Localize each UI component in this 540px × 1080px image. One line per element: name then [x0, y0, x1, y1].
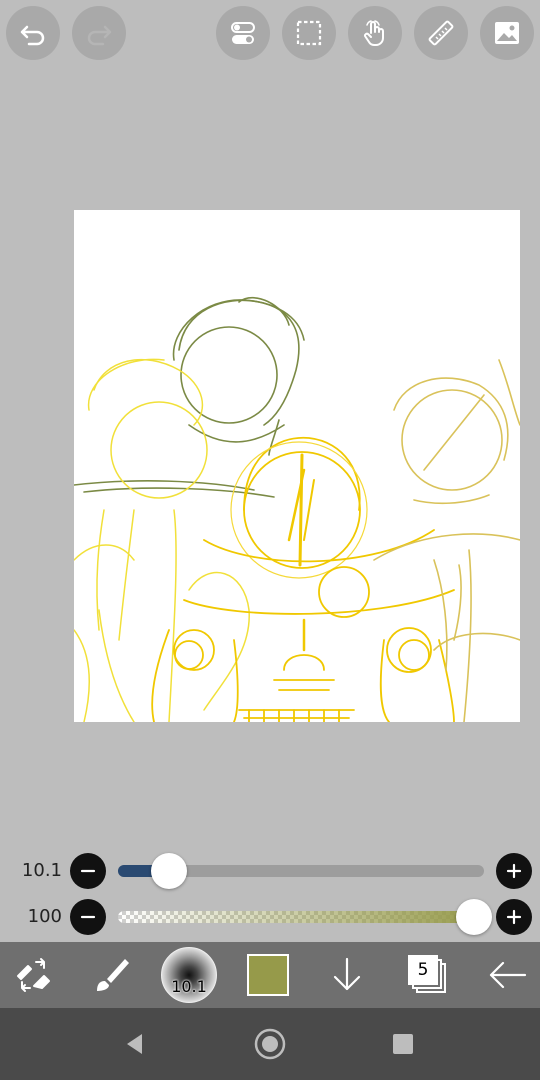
minus-icon — [80, 915, 96, 919]
brush-size-slider-row: 10.1 — [0, 851, 540, 891]
plus-icon — [506, 863, 522, 879]
undo-icon — [20, 25, 45, 46]
opacity-handle[interactable] — [456, 899, 492, 935]
image-button[interactable] — [480, 6, 534, 60]
opacity-value: 100 — [27, 906, 62, 927]
swap-pen-eraser-button[interactable] — [6, 942, 60, 1008]
brush-size-handle[interactable] — [151, 853, 188, 889]
toggle-icon — [231, 22, 255, 44]
opacity-increase-button[interactable] — [496, 899, 532, 935]
triangle-back-icon — [127, 1034, 142, 1054]
settings-toggle-button[interactable] — [216, 6, 270, 60]
layers-icon: 5 — [407, 954, 449, 996]
hand-icon — [364, 20, 384, 46]
brush-size-decrease-button[interactable] — [70, 853, 106, 889]
color-picker-button[interactable] — [240, 942, 296, 1008]
nav-back-button[interactable] — [95, 1008, 175, 1080]
pen-eraser-swap-icon — [17, 958, 50, 992]
dashed-square-icon — [296, 20, 322, 46]
arrow-down-icon — [333, 957, 361, 991]
hand-tool-button[interactable] — [348, 6, 402, 60]
brush-preview: 10.1 — [161, 947, 217, 1003]
system-navigation-bar — [0, 1008, 540, 1080]
square-recents-icon — [393, 1034, 413, 1054]
opacity-slider-row: 100 — [0, 897, 540, 937]
plus-icon — [506, 909, 522, 925]
image-icon — [495, 22, 519, 44]
brush-tool-button[interactable] — [84, 942, 138, 1008]
minus-icon — [80, 869, 96, 873]
selection-button[interactable] — [282, 6, 336, 60]
sketch-artwork — [74, 296, 520, 722]
redo-button[interactable] — [72, 6, 126, 60]
arrow-left-icon — [489, 961, 527, 989]
circle-home-icon — [254, 1028, 286, 1060]
nav-home-button[interactable] — [230, 1008, 310, 1080]
opacity-decrease-button[interactable] — [70, 899, 106, 935]
brush-icon — [97, 959, 129, 991]
layer-count: 5 — [417, 960, 429, 980]
drawing-canvas[interactable] — [74, 210, 520, 722]
redo-icon — [87, 25, 112, 46]
download-button[interactable] — [320, 942, 374, 1008]
current-color-swatch — [247, 954, 289, 996]
brush-preview-button[interactable]: 10.1 — [160, 942, 218, 1008]
nav-recents-button[interactable] — [363, 1008, 443, 1080]
brush-size-increase-button[interactable] — [496, 853, 532, 889]
opacity-track[interactable] — [118, 911, 484, 923]
ruler-button[interactable] — [414, 6, 468, 60]
layers-button[interactable]: 5 — [400, 942, 456, 1008]
brush-preview-size-label: 10.1 — [171, 977, 207, 996]
brush-size-value: 10.1 — [21, 860, 62, 881]
ruler-icon — [428, 20, 454, 46]
bottom-toolbar: 10.1 5 — [0, 942, 540, 1008]
back-button[interactable] — [478, 942, 536, 1008]
undo-button[interactable] — [6, 6, 60, 60]
